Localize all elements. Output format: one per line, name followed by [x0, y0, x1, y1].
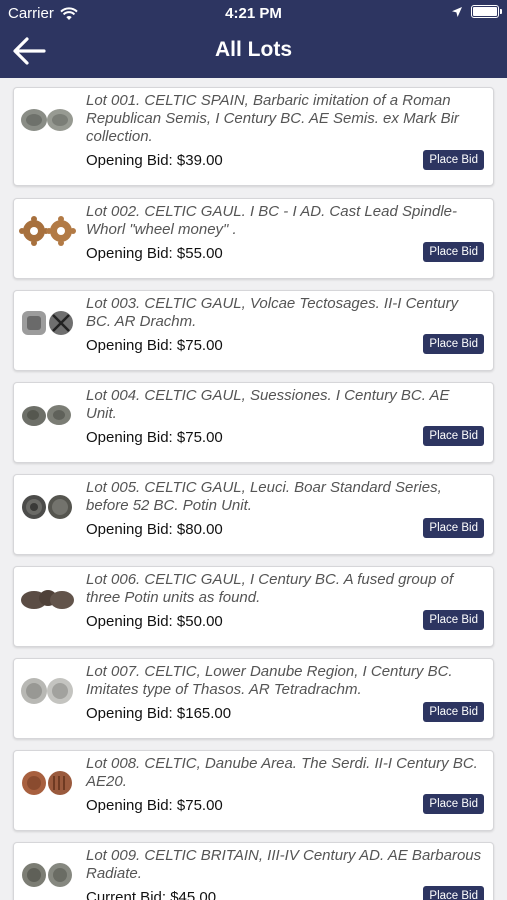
status-time: 4:21 PM: [225, 5, 282, 22]
lot-description: Lot 006. CELTIC GAUL, I Century BC. A fu…: [86, 571, 454, 606]
app-header: Carrier 4:21 PM All Lots: [0, 0, 507, 78]
opening-bid: Opening Bid: $55.00: [86, 245, 223, 262]
coin-thumbnail: [21, 109, 73, 131]
place-bid-button[interactable]: Place Bid: [423, 886, 484, 900]
place-bid-button[interactable]: Place Bid: [423, 518, 484, 538]
place-bid-button[interactable]: Place Bid: [423, 242, 484, 262]
lot-card[interactable]: Lot 002. CELTIC GAUL. I BC - I AD. Cast …: [13, 198, 494, 279]
lot-card[interactable]: Lot 001. CELTIC SPAIN, Barbaric imitatio…: [13, 87, 494, 186]
lot-description: Lot 005. CELTIC GAUL, Leuci. Boar Standa…: [86, 479, 442, 514]
place-bid-button[interactable]: Place Bid: [423, 794, 484, 814]
lot-description: Lot 004. CELTIC GAUL, Suessiones. I Cent…: [86, 387, 450, 422]
place-bid-button[interactable]: Place Bid: [423, 334, 484, 354]
lot-card[interactable]: Lot 006. CELTIC GAUL, I Century BC. A fu…: [13, 566, 494, 647]
battery-icon: [471, 5, 502, 18]
location-arrow-icon: [452, 6, 462, 17]
opening-bid: Opening Bid: $75.00: [86, 797, 223, 814]
lot-card[interactable]: Lot 008. CELTIC, Danube Area. The Serdi.…: [13, 750, 494, 831]
lot-description: Lot 003. CELTIC GAUL, Volcae Tectosages.…: [86, 295, 459, 330]
lot-description: Lot 002. CELTIC GAUL. I BC - I AD. Cast …: [86, 203, 457, 238]
lot-description: Lot 009. CELTIC BRITAIN, III-IV Century …: [86, 847, 482, 882]
lot-card[interactable]: Lot 004. CELTIC GAUL, Suessiones. I Cent…: [13, 382, 494, 463]
lot-card[interactable]: Lot 009. CELTIC BRITAIN, III-IV Century …: [13, 842, 494, 900]
lot-description: Lot 008. CELTIC, Danube Area. The Serdi.…: [86, 755, 478, 790]
coin-thumbnail: [22, 863, 72, 887]
coin-thumbnail: [21, 590, 74, 609]
opening-bid: Opening Bid: $80.00: [86, 521, 223, 538]
opening-bid: Opening Bid: $75.00: [86, 429, 223, 446]
coin-thumbnail: [22, 495, 72, 519]
lot-card[interactable]: Lot 005. CELTIC GAUL, Leuci. Boar Standa…: [13, 474, 494, 555]
place-bid-button[interactable]: Place Bid: [423, 702, 484, 722]
lot-description: Lot 001. CELTIC SPAIN, Barbaric imitatio…: [86, 92, 459, 145]
place-bid-button[interactable]: Place Bid: [423, 426, 484, 446]
lot-card[interactable]: Lot 003. CELTIC GAUL, Volcae Tectosages.…: [13, 290, 494, 371]
place-bid-button[interactable]: Place Bid: [423, 610, 484, 630]
coin-thumbnail: [19, 216, 76, 246]
coin-thumbnail: [22, 311, 73, 335]
coin-thumbnail: [21, 678, 73, 704]
lot-description: Lot 007. CELTIC, Lower Danube Region, I …: [86, 663, 453, 698]
current-bid: Current Bid: $45.00: [86, 889, 217, 900]
opening-bid: Opening Bid: $75.00: [86, 337, 223, 354]
lots-list[interactable]: Lot 001. CELTIC SPAIN, Barbaric imitatio…: [0, 78, 507, 900]
opening-bid: Opening Bid: $50.00: [86, 613, 223, 630]
coin-thumbnail: [22, 771, 72, 795]
opening-bid: Opening Bid: $39.00: [86, 152, 223, 169]
page-title: All Lots: [215, 38, 292, 61]
coin-thumbnail: [22, 405, 71, 426]
opening-bid: Opening Bid: $165.00: [86, 705, 232, 722]
lot-card[interactable]: Lot 007. CELTIC, Lower Danube Region, I …: [13, 658, 494, 739]
status-bar: Carrier 4:21 PM: [0, 0, 507, 28]
place-bid-button[interactable]: Place Bid: [423, 150, 484, 170]
